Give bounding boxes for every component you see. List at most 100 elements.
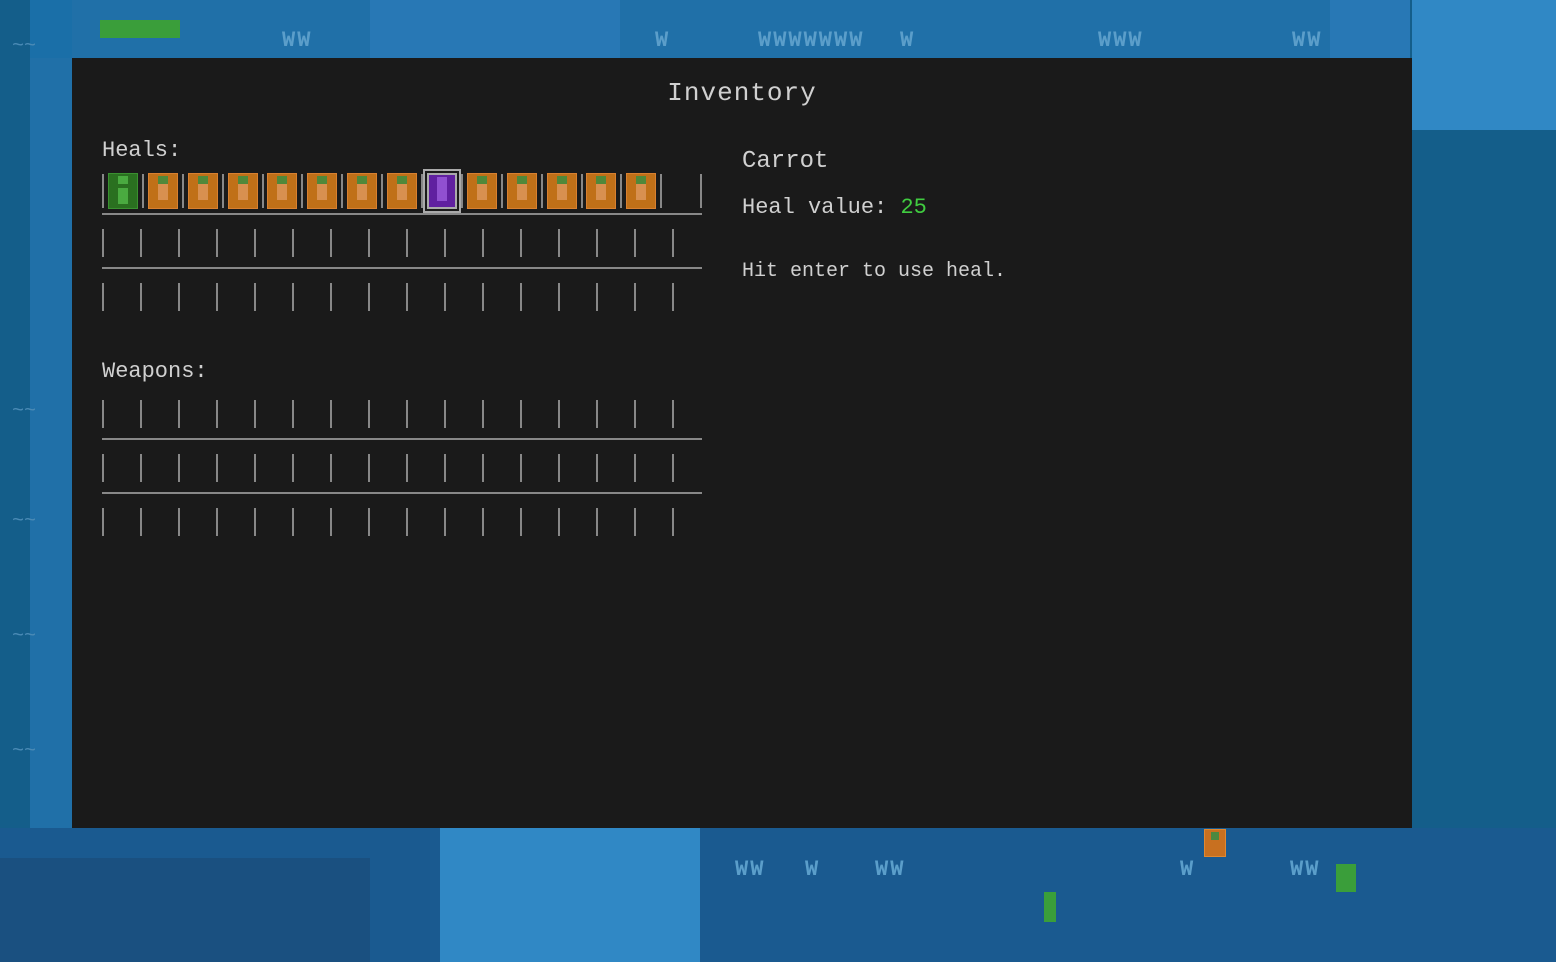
left-panel: Heals: bbox=[102, 138, 702, 544]
heal-slot-2[interactable] bbox=[186, 171, 220, 211]
t bbox=[634, 454, 636, 482]
t bbox=[520, 508, 522, 536]
t bbox=[178, 400, 180, 428]
stat-value: 25 bbox=[900, 195, 926, 220]
t bbox=[216, 508, 218, 536]
t bbox=[672, 400, 674, 428]
t bbox=[330, 283, 332, 311]
t bbox=[444, 229, 446, 257]
t bbox=[254, 508, 256, 536]
heal-slot-1[interactable] bbox=[146, 171, 180, 211]
heal-slot-8[interactable] bbox=[425, 171, 459, 211]
divider bbox=[501, 174, 503, 208]
bg-label-w-b2: W bbox=[1180, 857, 1195, 882]
t bbox=[406, 400, 408, 428]
bg-label-ww-b1: WW bbox=[735, 857, 765, 882]
heals-divider-2 bbox=[102, 267, 702, 269]
t bbox=[520, 400, 522, 428]
divider bbox=[421, 174, 423, 208]
bg-orange-item bbox=[1204, 829, 1226, 857]
t bbox=[444, 454, 446, 482]
bg-label-w2: W bbox=[900, 28, 915, 53]
t bbox=[254, 229, 256, 257]
divider bbox=[700, 174, 702, 208]
platform-3 bbox=[1044, 892, 1056, 922]
t bbox=[178, 283, 180, 311]
t bbox=[178, 508, 180, 536]
divider bbox=[301, 174, 303, 208]
t bbox=[216, 283, 218, 311]
item-action-text: Hit enter to use heal. bbox=[742, 260, 1382, 283]
heal-slot-14[interactable] bbox=[664, 171, 698, 211]
t bbox=[102, 229, 104, 257]
t bbox=[216, 400, 218, 428]
t bbox=[140, 454, 142, 482]
heal-slot-9[interactable] bbox=[465, 171, 499, 211]
bg-label-w-b1: W bbox=[805, 857, 820, 882]
divider bbox=[182, 174, 184, 208]
t bbox=[520, 454, 522, 482]
t bbox=[140, 400, 142, 428]
heals-empty-row-1 bbox=[102, 221, 702, 265]
bg-label-ww-b3: WW bbox=[1290, 857, 1320, 882]
tilde-5: ~~ bbox=[12, 740, 36, 763]
t bbox=[672, 508, 674, 536]
heal-slot-10[interactable] bbox=[505, 171, 539, 211]
selected-item-name: Carrot bbox=[742, 148, 1382, 175]
t bbox=[482, 229, 484, 257]
t bbox=[482, 283, 484, 311]
bg-label-www: WWW bbox=[1098, 28, 1144, 53]
t bbox=[140, 229, 142, 257]
divider bbox=[142, 174, 144, 208]
inventory-title: Inventory bbox=[102, 78, 1382, 108]
t bbox=[330, 454, 332, 482]
t bbox=[102, 283, 104, 311]
t bbox=[596, 283, 598, 311]
t bbox=[330, 400, 332, 428]
weapons-label: Weapons: bbox=[102, 359, 702, 384]
heal-slot-11[interactable] bbox=[545, 171, 579, 211]
heal-slot-12[interactable] bbox=[585, 171, 619, 211]
t bbox=[292, 454, 294, 482]
t bbox=[368, 508, 370, 536]
bg-label-wwwwwww: WWWWWWW bbox=[758, 28, 864, 53]
heal-slot-7[interactable] bbox=[385, 171, 419, 211]
heal-slot-0[interactable] bbox=[106, 171, 140, 211]
t bbox=[406, 454, 408, 482]
t bbox=[520, 229, 522, 257]
t bbox=[672, 283, 674, 311]
t bbox=[596, 454, 598, 482]
t bbox=[330, 508, 332, 536]
divider bbox=[381, 174, 383, 208]
divider bbox=[660, 174, 662, 208]
heal-slot-6[interactable] bbox=[345, 171, 379, 211]
stat-label: Heal value: bbox=[742, 195, 887, 220]
divider bbox=[581, 174, 583, 208]
platform-1 bbox=[100, 20, 180, 38]
t bbox=[368, 454, 370, 482]
t bbox=[140, 508, 142, 536]
heal-slot-13[interactable] bbox=[624, 171, 658, 211]
t bbox=[292, 400, 294, 428]
t bbox=[558, 400, 560, 428]
t bbox=[444, 400, 446, 428]
heals-label: Heals: bbox=[102, 138, 702, 163]
t bbox=[216, 454, 218, 482]
t bbox=[520, 283, 522, 311]
t bbox=[634, 400, 636, 428]
heal-slot-5[interactable] bbox=[305, 171, 339, 211]
divider bbox=[222, 174, 224, 208]
t bbox=[292, 283, 294, 311]
t bbox=[102, 508, 104, 536]
heal-slot-4[interactable] bbox=[266, 171, 300, 211]
bg-label-ww-b2: WW bbox=[875, 857, 905, 882]
tilde-4: ~~ bbox=[12, 625, 36, 648]
heals-empty-row-2 bbox=[102, 275, 702, 319]
inventory-body: Heals: bbox=[102, 138, 1382, 544]
divider bbox=[461, 174, 463, 208]
bg-label-ww2: WW bbox=[1292, 28, 1322, 53]
t bbox=[216, 229, 218, 257]
heal-slot-3[interactable] bbox=[226, 171, 260, 211]
heals-slots-row bbox=[102, 171, 702, 211]
tilde-1: ~~ bbox=[12, 35, 36, 58]
